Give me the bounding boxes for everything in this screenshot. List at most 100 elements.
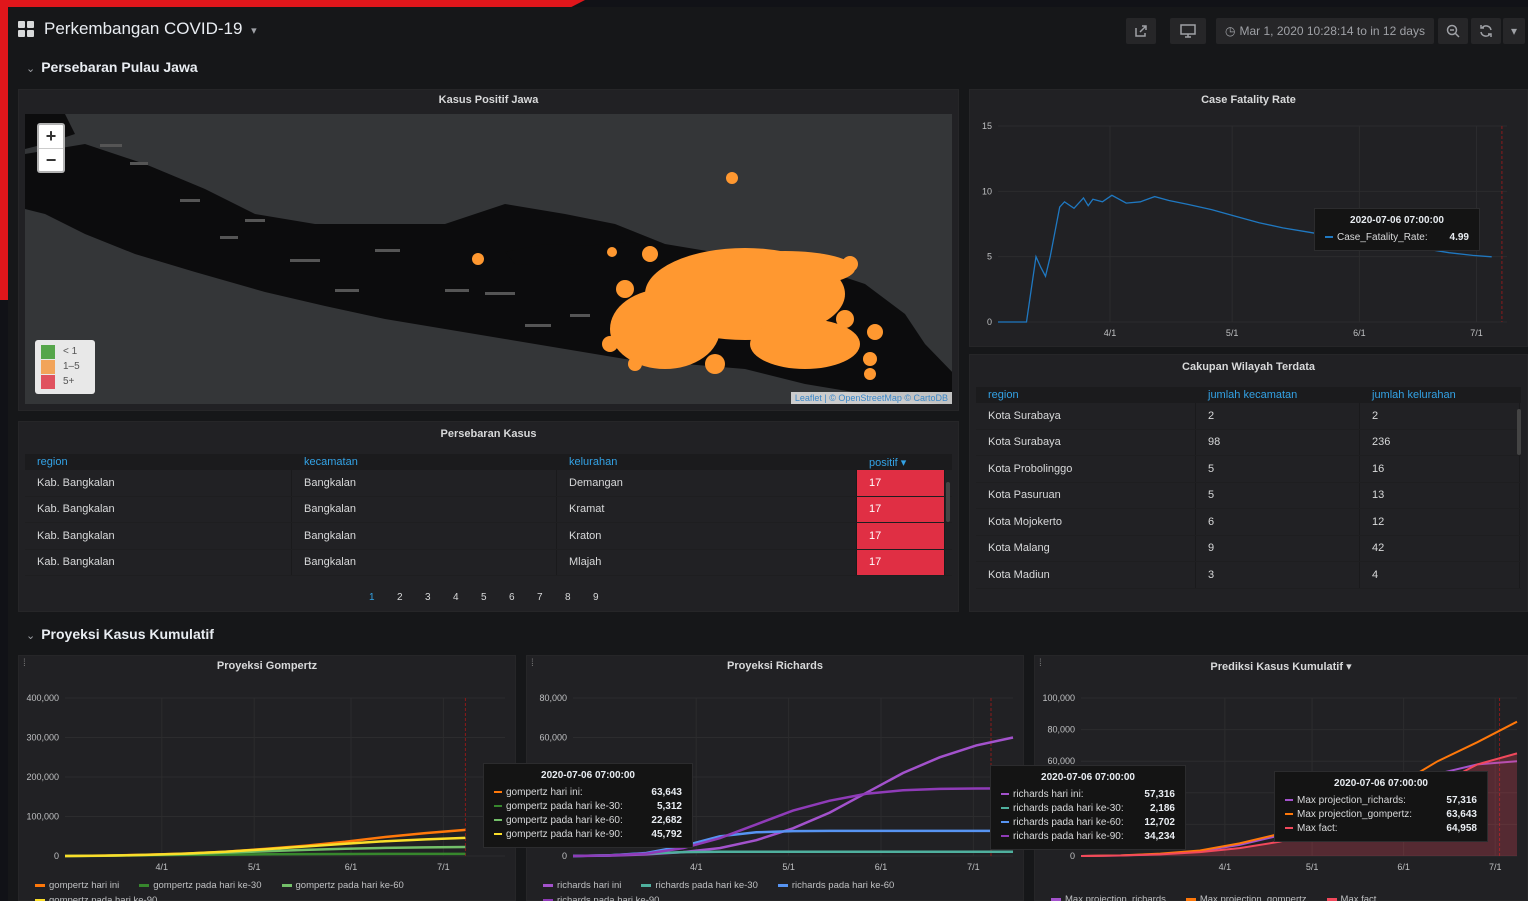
page-link[interactable]: 1 (369, 592, 397, 603)
table-row[interactable]: Kota Malang 9 42 (976, 535, 1521, 562)
tooltip-time: 2020-07-06 07:00:00 (1041, 772, 1135, 783)
scrollbar[interactable] (1517, 409, 1521, 455)
page-link[interactable]: 6 (509, 592, 537, 603)
java-map[interactable]: + − < 1 1–5 5+ Leaflet | © OpenStreetMap ©… (25, 114, 952, 404)
tooltip-label: richards pada hari ke-30: (1013, 802, 1124, 814)
column-header[interactable]: jumlah kecamatan (1196, 387, 1360, 403)
table-row[interactable]: Kota Surabaya 98 236 (976, 429, 1521, 456)
time-range-picker[interactable]: ◷ Mar 1, 2020 10:28:14 to in 12 days (1216, 18, 1434, 44)
tooltip-label: gompertz pada hari ke-90: (506, 828, 623, 840)
panel-title[interactable]: Proyeksi Richards (527, 660, 1023, 672)
table-row[interactable]: Kota Probolinggo 5 16 (976, 456, 1521, 483)
page-link[interactable]: 2 (397, 592, 425, 603)
panel-title[interactable]: Kasus Positif Jawa (19, 94, 958, 106)
tooltip-row: gompertz hari ini: 63,643 (494, 785, 682, 799)
legend-item[interactable]: Max fact (1326, 892, 1387, 901)
legend-item[interactable]: richards pada hari ke-60 (777, 878, 904, 893)
column-header[interactable]: kelurahan (557, 454, 857, 470)
table-row[interactable]: Kota Mojokerto 6 12 (976, 509, 1521, 536)
legend-item[interactable]: Max projection_richards (1051, 892, 1176, 901)
case-marker[interactable] (472, 253, 484, 265)
chevron-down-icon: ⌄ (26, 630, 36, 642)
dashboard-title[interactable]: Perkembangan COVID-19 ▾ (44, 19, 257, 39)
case-marker[interactable] (705, 354, 725, 374)
refresh-interval-dropdown-icon[interactable]: ▾ (1503, 18, 1525, 44)
table-cell: Kota Surabaya (976, 403, 1196, 429)
legend-item[interactable]: gompertz pada hari ke-90 (35, 893, 167, 901)
legend-item[interactable]: Max projection_gompertz (1185, 892, 1317, 901)
page-link[interactable]: 7 (537, 592, 565, 603)
case-marker[interactable] (863, 352, 877, 366)
table-row[interactable]: Kab. Bangkalan Bangkalan Kramat 17 (25, 496, 952, 523)
tooltip-value: 64,958 (1446, 822, 1477, 834)
case-cluster[interactable] (610, 289, 720, 369)
share-icon[interactable] (1126, 18, 1156, 44)
legend-item[interactable]: gompertz pada hari ke-60 (281, 878, 414, 893)
legend-item[interactable]: gompertz pada hari ke-30 (139, 878, 271, 893)
column-header[interactable]: region (976, 387, 1196, 403)
legend-item[interactable]: richards pada hari ke-90 (543, 893, 669, 901)
map-legend-item: 5+ (41, 374, 89, 389)
scrollbar[interactable] (946, 482, 950, 522)
legend-item[interactable]: gompertz hari ini (35, 878, 129, 893)
page-link[interactable]: 5 (481, 592, 509, 603)
page-link[interactable]: 9 (593, 592, 621, 603)
case-marker[interactable] (867, 324, 883, 340)
case-marker[interactable] (642, 246, 658, 262)
row-header-persebaran[interactable]: ⌄ Persebaran Pulau Jawa (26, 59, 198, 75)
pagination: 123456789 (369, 592, 621, 603)
column-header[interactable]: region (25, 454, 292, 470)
case-marker[interactable] (616, 280, 634, 298)
case-marker[interactable] (607, 247, 617, 257)
table-row[interactable]: Kab. Bangkalan Bangkalan Kraton 17 (25, 523, 952, 550)
zoom-out-icon[interactable] (1438, 18, 1468, 44)
table-cell: 13 (1360, 482, 1520, 508)
column-header[interactable]: kecamatan (292, 454, 557, 470)
table-cell: Kota Madiun (976, 562, 1196, 588)
java-map-svg (25, 114, 952, 404)
case-marker[interactable] (842, 256, 858, 272)
y-tick-label: 400,000 (26, 693, 59, 703)
panel-title[interactable]: Case Fatality Rate (970, 94, 1527, 106)
gompertz-chart[interactable]: 0 100,000 200,000 300,000 400,000 4/1 5/1 6/1 7/… (19, 680, 515, 878)
panel-title[interactable]: Prediksi Kasus Kumulatif ▾ (1035, 660, 1527, 673)
row-title-text: Persebaran Pulau Jawa (41, 59, 198, 75)
case-marker[interactable] (864, 368, 876, 380)
page-link[interactable]: 3 (425, 592, 453, 603)
table-row[interactable]: Kota Pasuruan 5 13 (976, 482, 1521, 509)
case-marker[interactable] (726, 172, 738, 184)
table-cell: 3 (1196, 562, 1360, 588)
page-link[interactable]: 4 (453, 592, 481, 603)
table-row[interactable]: Kota Madiun 3 4 (976, 562, 1521, 589)
row-header-proyeksi[interactable]: ⌄ Proyeksi Kasus Kumulatif (26, 626, 214, 642)
case-marker[interactable] (836, 310, 854, 328)
table-cell: Kraton (557, 523, 857, 549)
tooltip-series: Max fact: (1285, 823, 1338, 834)
map-attribution[interactable]: Leaflet | © OpenStreetMap © CartoDB (790, 392, 952, 404)
panel-title[interactable]: Proyeksi Gompertz (19, 660, 515, 672)
table-row[interactable]: Kab. Bangkalan Bangkalan Mlajah 17 (25, 549, 952, 576)
table-row[interactable]: Kota Surabaya 2 2 (976, 403, 1521, 430)
column-header[interactable]: jumlah kelurahan (1360, 387, 1520, 403)
table-header: region jumlah kecamatan jumlah kelurahan (976, 387, 1521, 403)
zoom-in-button[interactable]: + (39, 125, 63, 148)
legend-swatch (35, 884, 45, 887)
legend-item[interactable]: richards pada hari ke-30 (641, 878, 767, 893)
table-row[interactable]: Kab. Bangkalan Bangkalan Demangan 17 (25, 470, 952, 497)
legend-label: gompertz pada hari ke-90 (49, 895, 158, 901)
dashboard-grid-icon[interactable] (18, 21, 34, 37)
case-cluster[interactable] (715, 251, 855, 287)
legend-item[interactable]: richards hari ini (543, 878, 631, 893)
tv-mode-icon[interactable] (1170, 18, 1206, 44)
case-marker[interactable] (628, 357, 642, 371)
tooltip-label: richards pada hari ke-60: (1013, 816, 1124, 828)
column-header[interactable]: positif ▾ (857, 454, 945, 470)
legend-label: Max projection_richards (1065, 894, 1166, 901)
page-link[interactable]: 8 (565, 592, 593, 603)
case-marker[interactable] (602, 336, 618, 352)
panel-title[interactable]: Persebaran Kasus (19, 428, 958, 440)
zoom-out-button[interactable]: − (39, 148, 63, 171)
refresh-icon[interactable] (1471, 18, 1501, 44)
table-cell: 236 (1360, 429, 1520, 455)
panel-title[interactable]: Cakupan Wilayah Terdata (970, 361, 1527, 373)
